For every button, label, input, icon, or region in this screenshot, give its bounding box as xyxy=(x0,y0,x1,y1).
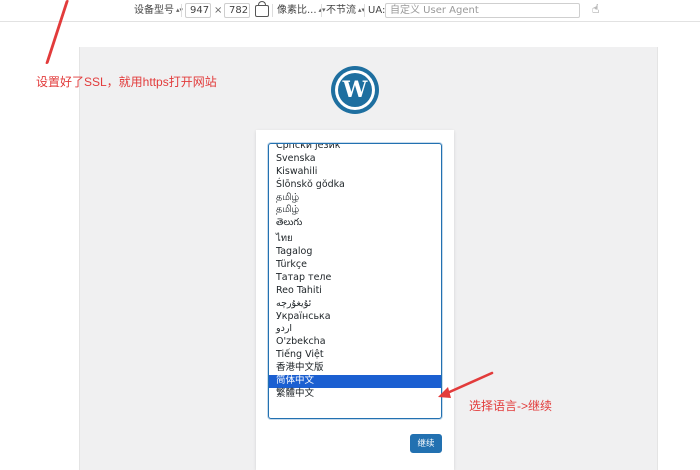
language-option[interactable]: 香港中文版 xyxy=(269,362,441,375)
throttle-label: 不节流 xyxy=(326,5,356,16)
pixel-ratio-select[interactable]: 像素比... ▴▾ xyxy=(277,3,326,18)
ua-label: UA: xyxy=(368,5,386,16)
devtools-toolbar: 设备型号 ▴▾ 947 × 782 像素比... ▴▾ 不节流 ▴▾ UA: 自… xyxy=(0,0,700,22)
language-option[interactable]: Reo Tahiti xyxy=(269,285,441,298)
continue-button[interactable]: 继续 xyxy=(410,434,442,453)
language-option[interactable]: Tiếng Việt xyxy=(269,349,441,362)
device-type-select[interactable]: 设备型号 ▴▾ xyxy=(134,3,183,18)
device-type-label: 设备型号 xyxy=(134,5,174,16)
viewport-height-input[interactable]: 782 xyxy=(224,3,250,18)
language-option[interactable]: தமிழ் xyxy=(269,192,441,205)
language-option[interactable]: Kiswahili xyxy=(269,166,441,179)
select-caret-icon: ▴▾ xyxy=(318,6,326,14)
language-option[interactable]: 繁體中文 xyxy=(269,388,441,401)
language-option[interactable]: Українська xyxy=(269,311,441,324)
language-option[interactable]: Türkçe xyxy=(269,259,441,272)
language-option[interactable]: ไทย xyxy=(269,233,441,246)
toolbar-divider xyxy=(321,4,322,17)
language-option[interactable]: తెలుగు xyxy=(269,217,441,230)
dimension-separator: × xyxy=(214,5,223,16)
language-option[interactable]: Tagalog xyxy=(269,246,441,259)
language-option[interactable]: Татар теле xyxy=(269,272,441,285)
language-option-selected[interactable]: 简体中文 xyxy=(269,375,441,388)
language-option[interactable]: ئۇيغۇرچە xyxy=(269,298,441,311)
viewport-width-input[interactable]: 947 xyxy=(185,3,211,18)
language-option[interactable]: O'zbekcha xyxy=(269,336,441,349)
wordpress-w-icon: W xyxy=(338,73,372,107)
language-option[interactable]: Ślōnskŏ gŏdka xyxy=(269,179,441,192)
user-agent-input[interactable]: 自定义 User Agent xyxy=(385,3,580,18)
rotate-icon[interactable] xyxy=(255,1,269,17)
language-option[interactable]: தமிழ் xyxy=(269,204,441,217)
ssl-annotation: 设置好了SSL，就用https打开网站 xyxy=(36,75,217,89)
throttle-select[interactable]: 不节流 ▴▾ xyxy=(326,3,365,18)
toolbar-divider xyxy=(272,4,273,17)
wordpress-logo-ring: W xyxy=(335,70,375,110)
language-annotation: 选择语言->继续 xyxy=(469,399,553,413)
language-option[interactable]: اردو xyxy=(269,323,441,336)
language-select-card: Српски језик Svenska Kiswahili Ślōnskŏ g… xyxy=(256,130,454,470)
language-listbox[interactable]: Српски језик Svenska Kiswahili Ślōnskŏ g… xyxy=(268,143,442,419)
toolbar-divider xyxy=(364,4,365,17)
language-option[interactable]: Српски језик xyxy=(269,144,441,153)
pixel-ratio-label: 像素比... xyxy=(277,5,317,16)
toolbar-divider xyxy=(181,4,182,17)
wordpress-logo: W xyxy=(331,66,379,114)
language-option[interactable]: Svenska xyxy=(269,153,441,166)
touch-hand-icon[interactable]: ☝ xyxy=(592,2,599,17)
